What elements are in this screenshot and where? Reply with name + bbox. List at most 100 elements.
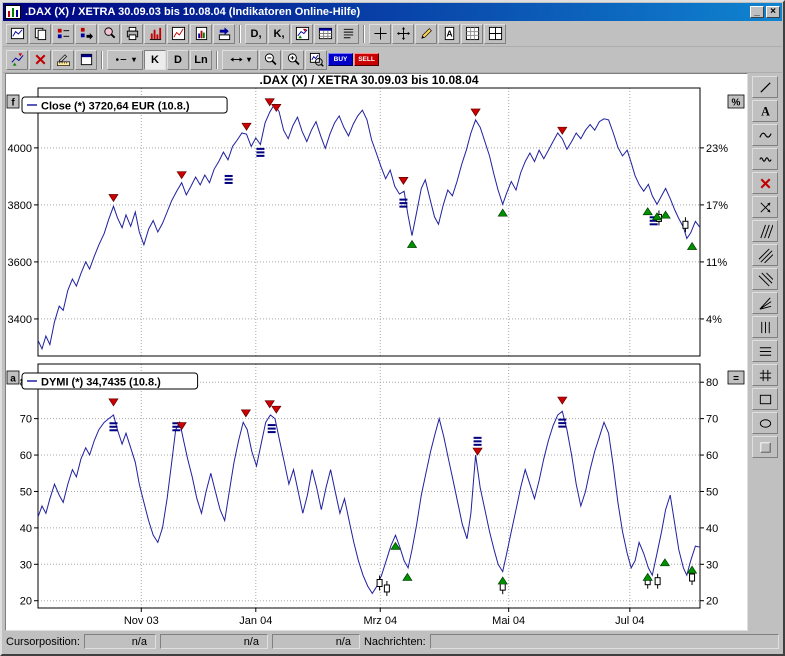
new-chart-button[interactable] bbox=[6, 24, 28, 44]
printer-icon bbox=[125, 26, 140, 41]
freehand-tool[interactable] bbox=[752, 148, 778, 170]
sell-signal-button-label: SELL bbox=[358, 56, 375, 63]
export-button[interactable] bbox=[213, 24, 235, 44]
minimize-button[interactable]: _ bbox=[750, 6, 764, 18]
cursor-indicator-field: n/a bbox=[272, 634, 360, 649]
quote-export-button[interactable] bbox=[75, 24, 97, 44]
horizontal-lines-tool[interactable] bbox=[752, 340, 778, 362]
y-axis-label: 60 bbox=[20, 450, 32, 462]
grid-lines-tool[interactable] bbox=[752, 364, 778, 386]
position-marker bbox=[225, 175, 233, 177]
move-button[interactable] bbox=[392, 24, 414, 44]
rect-icon bbox=[758, 392, 773, 407]
table-button[interactable] bbox=[314, 24, 336, 44]
text-note-button[interactable]: A bbox=[438, 24, 460, 44]
delete-button[interactable] bbox=[29, 50, 51, 70]
y-axis-label: 40 bbox=[20, 523, 32, 535]
search-button[interactable] bbox=[98, 24, 120, 44]
log-scale-button[interactable]: Ln bbox=[190, 50, 212, 70]
candle-marker bbox=[690, 574, 695, 581]
copy-icon bbox=[33, 26, 48, 41]
daily-chart-button[interactable]: D bbox=[167, 50, 189, 70]
drawing-toolbar: A bbox=[748, 73, 782, 458]
layout-button[interactable] bbox=[484, 24, 506, 44]
fan-lines-tool[interactable] bbox=[752, 292, 778, 314]
signal-chart-button[interactable] bbox=[291, 24, 313, 44]
hatch-back-tool[interactable] bbox=[752, 268, 778, 290]
delete-drawing-tool[interactable] bbox=[752, 172, 778, 194]
svg-text:%: % bbox=[732, 98, 741, 109]
sell-signal-button[interactable]: SELL bbox=[354, 53, 379, 66]
buy-signal-button[interactable]: BUY bbox=[328, 53, 353, 66]
price-right-scale-button[interactable]: % bbox=[728, 95, 744, 109]
price-left-scale-button[interactable]: f bbox=[7, 95, 19, 109]
vertical-lines-tool[interactable] bbox=[752, 316, 778, 338]
svg-text:Close (*) 3720,64 EUR (10.8.): Close (*) 3720,64 EUR (10.8.) bbox=[41, 101, 190, 113]
zoom-in-button[interactable] bbox=[282, 50, 304, 70]
chart-report-button[interactable] bbox=[190, 24, 212, 44]
close-button[interactable]: × bbox=[766, 6, 780, 18]
hatch-diagonal-tool[interactable] bbox=[752, 244, 778, 266]
rectangle-tool[interactable] bbox=[752, 388, 778, 410]
list-button[interactable] bbox=[337, 24, 359, 44]
red-x-icon bbox=[758, 176, 773, 191]
position-marker bbox=[256, 148, 264, 150]
chart-panel[interactable]: .DAX (X) / XETRA 30.09.03 bis 10.08.0440… bbox=[5, 73, 748, 631]
performance-chart-button[interactable] bbox=[167, 24, 189, 44]
status-bar: Cursorposition: n/a n/a n/a Nachrichten: bbox=[3, 632, 782, 651]
zoom-range-button[interactable] bbox=[305, 50, 327, 70]
main-toolbar: D,K, A bbox=[3, 21, 782, 47]
titlebar[interactable]: .DAX (X) / XETRA 30.09.03 bis 10.08.04 (… bbox=[3, 3, 782, 21]
toolbar-separator bbox=[216, 51, 218, 69]
page-chart-icon bbox=[194, 26, 209, 41]
grid-button[interactable] bbox=[461, 24, 483, 44]
crossed-lines-tool[interactable] bbox=[752, 196, 778, 218]
crosshair-button[interactable] bbox=[369, 24, 391, 44]
wave2-icon bbox=[758, 152, 773, 167]
toolbar-separator bbox=[239, 25, 241, 43]
zoom-out-button[interactable] bbox=[259, 50, 281, 70]
toolbar-separator bbox=[101, 51, 103, 69]
dymi-left-scale-button[interactable]: a bbox=[7, 371, 19, 385]
y-axis-right-label: 17% bbox=[706, 200, 728, 212]
line-style-dropdown[interactable]: ▾ bbox=[107, 50, 143, 70]
kurs-data-button[interactable]: K, bbox=[268, 24, 290, 44]
curve-tool[interactable] bbox=[752, 124, 778, 146]
text-a-icon: A bbox=[758, 104, 773, 119]
position-marker bbox=[474, 437, 482, 439]
dymi-right-scale-button[interactable]: = bbox=[728, 371, 744, 385]
hatch-diag-icon bbox=[758, 248, 773, 263]
messages-field bbox=[430, 634, 779, 649]
wave-icon bbox=[758, 128, 773, 143]
y-axis-right-label: 11% bbox=[706, 257, 727, 269]
panel-tool[interactable] bbox=[752, 436, 778, 458]
ellipse-tool[interactable] bbox=[752, 412, 778, 434]
app-window: .DAX (X) / XETRA 30.09.03 bis 10.08.04 (… bbox=[0, 0, 785, 656]
chart-canvas[interactable]: .DAX (X) / XETRA 30.09.03 bis 10.08.0440… bbox=[6, 74, 747, 630]
tri-chart-icon bbox=[10, 52, 25, 67]
trendline-tool[interactable] bbox=[752, 76, 778, 98]
y-axis-right-label: 30 bbox=[706, 559, 718, 571]
svg-text:DYMI (*) 34,7435 (10.8.): DYMI (*) 34,7435 (10.8.) bbox=[41, 377, 161, 389]
scale-mode-dropdown[interactable]: ▾ bbox=[222, 50, 258, 70]
quotes-icon bbox=[56, 26, 71, 41]
daily-data-button[interactable]: D, bbox=[245, 24, 267, 44]
window-button[interactable] bbox=[75, 50, 97, 70]
text-tool[interactable]: A bbox=[752, 100, 778, 122]
signals-toggle-button[interactable] bbox=[6, 50, 28, 70]
daily-chart-button-label: D bbox=[174, 54, 182, 66]
draw-button[interactable] bbox=[415, 24, 437, 44]
grid2-icon bbox=[488, 26, 503, 41]
dropdown-caret-icon: ▾ bbox=[132, 56, 136, 64]
hatch-steep-tool[interactable] bbox=[752, 220, 778, 242]
quote-list-button[interactable] bbox=[52, 24, 74, 44]
histogram-button[interactable] bbox=[144, 24, 166, 44]
svg-text:=: = bbox=[733, 374, 739, 385]
edit-drawing-button[interactable] bbox=[52, 50, 74, 70]
candle-chart-button[interactable]: K bbox=[144, 50, 166, 70]
print-button[interactable] bbox=[121, 24, 143, 44]
svg-text:A: A bbox=[761, 104, 770, 118]
copy-button[interactable] bbox=[29, 24, 51, 44]
position-marker bbox=[558, 426, 566, 428]
cross-arrows-icon bbox=[758, 200, 773, 215]
